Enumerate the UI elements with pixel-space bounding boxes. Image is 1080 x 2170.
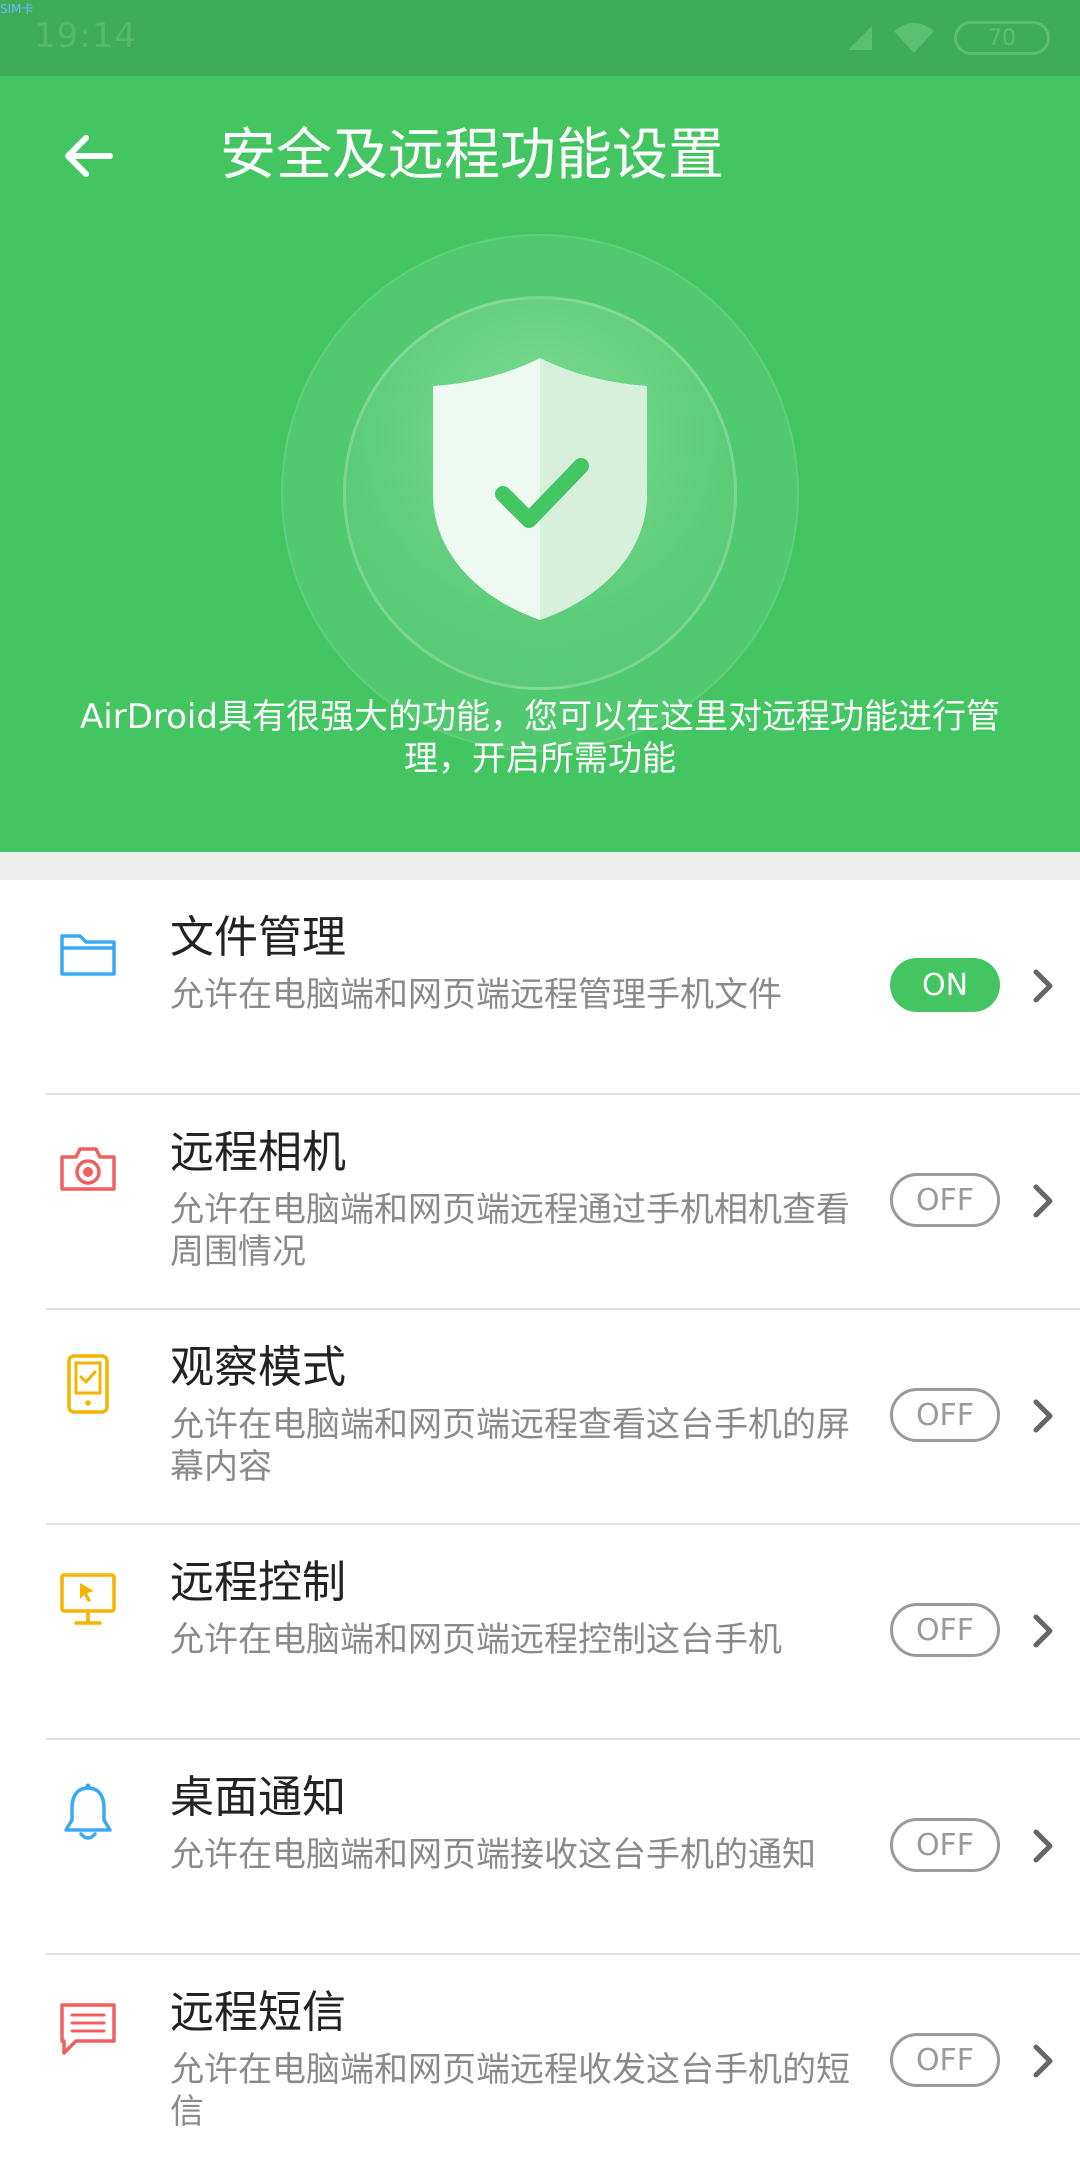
section-divider xyxy=(0,852,1080,880)
phone-screen-icon xyxy=(56,1352,120,1416)
status-time: 19:14 xyxy=(34,16,137,56)
feature-item-remote-control[interactable]: 远程控制 允许在电脑端和网页端远程控制这台手机 OFF xyxy=(0,1525,1080,1740)
chevron-right-icon xyxy=(1033,1399,1053,1433)
feature-title: 远程短信 xyxy=(170,1987,346,2038)
feature-toggle[interactable]: OFF xyxy=(890,1173,1000,1227)
bell-icon xyxy=(56,1782,120,1846)
page-title: 安全及远程功能设置 xyxy=(220,123,724,188)
feature-description: 允许在电脑端和网页端远程收发这台手机的短信 xyxy=(170,2050,850,2132)
status-icons: 70 xyxy=(846,18,1050,58)
chevron-right-icon xyxy=(1033,969,1053,1003)
monitor-cursor-icon xyxy=(56,1567,120,1631)
shield-check-icon xyxy=(433,358,647,620)
feature-item-file-management[interactable]: 文件管理 允许在电脑端和网页端远程管理手机文件 ON xyxy=(0,880,1080,1095)
feature-title: 观察模式 xyxy=(170,1342,346,1393)
camera-icon xyxy=(56,1137,120,1201)
feature-toggle[interactable]: OFF xyxy=(890,2033,1000,2087)
feature-description: 允许在电脑端和网页端远程查看这台手机的屏幕内容 xyxy=(170,1405,850,1487)
status-corner-label: SIM卡 xyxy=(0,2,34,16)
message-icon xyxy=(56,1997,120,2061)
chevron-right-icon xyxy=(1033,2044,1053,2078)
feature-item-observation-mode[interactable]: 观察模式 允许在电脑端和网页端远程查看这台手机的屏幕内容 OFF xyxy=(0,1310,1080,1525)
chevron-right-icon xyxy=(1033,1614,1053,1648)
arrow-left-icon xyxy=(65,135,113,177)
shield-illustration xyxy=(281,234,799,752)
feature-item-remote-sms[interactable]: 远程短信 允许在电脑端和网页端远程收发这台手机的短信 OFF xyxy=(0,1955,1080,2170)
feature-title: 文件管理 xyxy=(170,912,346,963)
feature-title: 远程控制 xyxy=(170,1557,346,1608)
signal-icon xyxy=(848,26,872,50)
feature-list: 文件管理 允许在电脑端和网页端远程管理手机文件 ON 远程相机 允许在电脑端和网… xyxy=(0,880,1080,2170)
feature-toggle[interactable]: ON xyxy=(890,958,1000,1012)
back-button[interactable] xyxy=(50,118,126,194)
feature-title: 桌面通知 xyxy=(170,1772,346,1823)
feature-toggle[interactable]: OFF xyxy=(890,1818,1000,1872)
battery-level: 70 xyxy=(988,25,1016,51)
feature-toggle[interactable]: OFF xyxy=(890,1388,1000,1442)
status-bar: SIM卡 19:14 70 xyxy=(0,0,1080,76)
feature-toggle[interactable]: OFF xyxy=(890,1603,1000,1657)
feature-description: 允许在电脑端和网页端远程通过手机相机查看周围情况 xyxy=(170,1190,850,1272)
wifi-icon xyxy=(894,23,934,53)
folder-icon xyxy=(56,922,120,986)
feature-description: 允许在电脑端和网页端远程控制这台手机 xyxy=(170,1620,782,1660)
chevron-right-icon xyxy=(1033,1184,1053,1218)
chevron-right-icon xyxy=(1033,1829,1053,1863)
feature-item-desktop-notification[interactable]: 桌面通知 允许在电脑端和网页端接收这台手机的通知 OFF xyxy=(0,1740,1080,1955)
header-description: AirDroid具有很强大的功能，您可以在这里对远程功能进行管理，开启所需功能 xyxy=(80,697,1000,779)
feature-description: 允许在电脑端和网页端接收这台手机的通知 xyxy=(170,1835,816,1875)
header: 安全及远程功能设置 AirDroid具有很强大的功能，您可以在这里对远程功能进行… xyxy=(0,76,1080,852)
battery-icon: 70 xyxy=(954,21,1050,55)
feature-item-remote-camera[interactable]: 远程相机 允许在电脑端和网页端远程通过手机相机查看周围情况 OFF xyxy=(0,1095,1080,1310)
feature-title: 远程相机 xyxy=(170,1127,346,1178)
feature-description: 允许在电脑端和网页端远程管理手机文件 xyxy=(170,975,782,1015)
